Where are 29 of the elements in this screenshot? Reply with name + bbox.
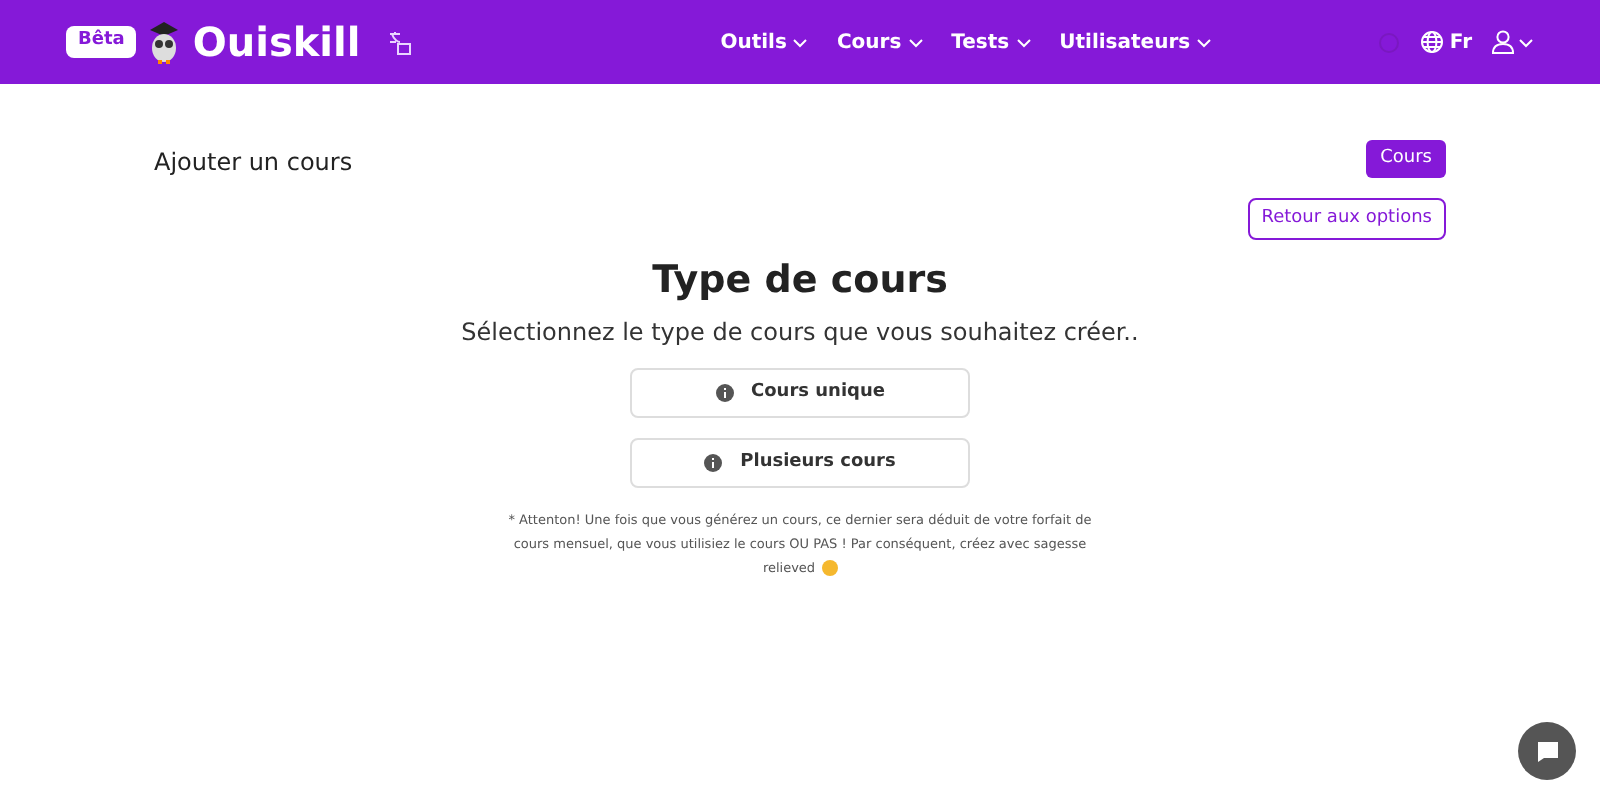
course-button[interactable]: Cours bbox=[1366, 140, 1446, 178]
caret-icon bbox=[1518, 37, 1534, 47]
translate-icon[interactable] bbox=[388, 29, 413, 55]
nav-menu[interactable]: Cours bbox=[836, 27, 924, 57]
nav-menu[interactable]: Tests bbox=[951, 27, 1032, 57]
caret-icon bbox=[1196, 37, 1213, 47]
info-icon bbox=[704, 453, 723, 471]
course-type-option[interactable]: Cours unique bbox=[630, 367, 970, 417]
caret-icon bbox=[907, 37, 924, 47]
nav-menu[interactable]: Outils bbox=[720, 27, 809, 57]
caret-icon bbox=[792, 37, 809, 47]
page-title: Ajouter un cours bbox=[154, 146, 353, 180]
chat-icon bbox=[1535, 739, 1559, 763]
beta-badge: Bêta bbox=[66, 26, 137, 58]
globe-icon bbox=[1419, 30, 1444, 54]
nav-menu[interactable]: Utilisateurs bbox=[1059, 27, 1213, 57]
section-subtitle: Sélectionnez le type de cours que vous souhaitez créer.. bbox=[461, 315, 1139, 349]
user-menu-button[interactable] bbox=[1492, 30, 1534, 54]
course-type-option[interactable]: Plusieurs cours bbox=[630, 437, 970, 487]
chat-button[interactable] bbox=[1518, 722, 1576, 780]
language-button[interactable]: Fr bbox=[1419, 27, 1472, 57]
emoji-icon bbox=[821, 559, 838, 575]
back-to-options-button[interactable]: Retour aux options bbox=[1247, 198, 1446, 240]
owl-logo-icon bbox=[148, 20, 181, 64]
info-icon bbox=[715, 383, 733, 401]
brand-name[interactable]: Ouiskill bbox=[192, 12, 361, 72]
user-icon bbox=[1492, 30, 1514, 54]
section-heading: Type de cours bbox=[652, 256, 948, 306]
caret-icon bbox=[1015, 37, 1032, 47]
